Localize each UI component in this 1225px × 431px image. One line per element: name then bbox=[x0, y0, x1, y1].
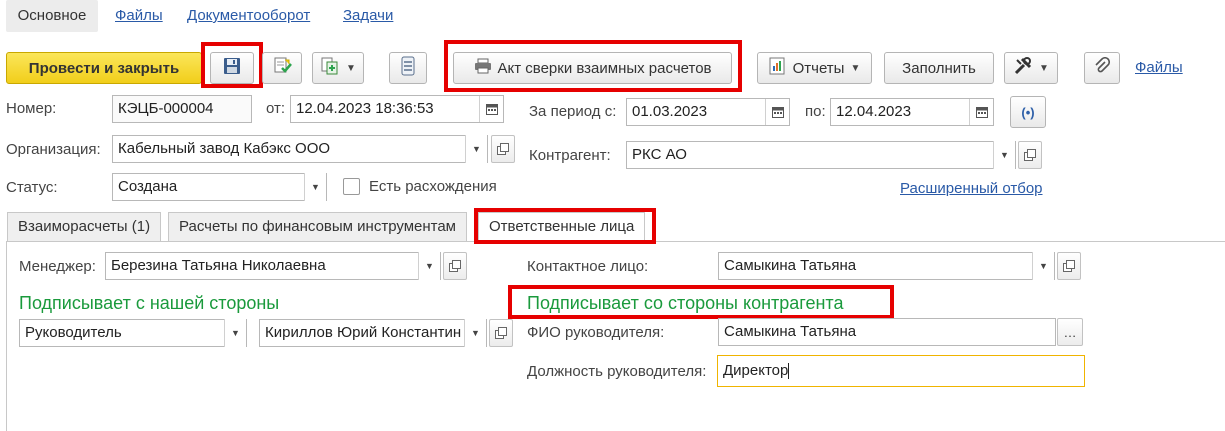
status-value: Создана bbox=[118, 178, 178, 195]
period-from-label: За период с: bbox=[529, 103, 617, 120]
manager-value: Березина Татьяна Николаевна bbox=[111, 257, 326, 274]
organization-value: Кабельный завод Кабэкс ООО bbox=[118, 140, 331, 157]
contact-field[interactable]: Самыкина Татьяна bbox=[718, 252, 1055, 280]
role-field[interactable]: Руководитель bbox=[19, 319, 247, 347]
floppy-disk-icon bbox=[223, 57, 241, 79]
reports-button[interactable]: Отчеты ▼ bbox=[757, 52, 872, 84]
period-to-value: 12.04.2023 bbox=[836, 103, 912, 120]
signer-value: Кириллов Юрий Константин bbox=[265, 324, 462, 341]
discrepancy-label: Есть расхождения bbox=[369, 178, 497, 195]
period-to-label: по: bbox=[805, 103, 826, 120]
paperclip-icon bbox=[1094, 56, 1111, 79]
head-position-value: Директор bbox=[723, 362, 789, 379]
open-counterparty-icon[interactable] bbox=[1018, 141, 1042, 169]
fill-button[interactable]: Заполнить bbox=[884, 52, 994, 84]
head-name-field[interactable]: Самыкина Татьяна bbox=[718, 318, 1056, 346]
discrepancy-checkbox[interactable] bbox=[343, 178, 360, 195]
printer-icon bbox=[474, 58, 492, 78]
date-field[interactable]: 12.04.2023 18:36:53 bbox=[290, 95, 504, 123]
chevron-down-icon[interactable]: ▼ bbox=[304, 173, 326, 201]
counterparty-side-title: Подписывает со стороны контрагента bbox=[527, 293, 844, 313]
attach-button[interactable] bbox=[1084, 52, 1120, 84]
journal-button[interactable] bbox=[389, 52, 427, 84]
our-side-title: Подписывает с нашей стороны bbox=[19, 293, 280, 313]
post-document-icon bbox=[272, 56, 292, 80]
list-icon bbox=[401, 56, 415, 80]
more-actions-button[interactable]: ▼ bbox=[1004, 52, 1058, 84]
print-act-button[interactable]: Акт сверки взаимных расчетов bbox=[453, 52, 732, 84]
counterparty-field[interactable]: РКС АО bbox=[626, 141, 1016, 169]
counterparty-label: Контрагент: bbox=[529, 147, 611, 164]
chevron-down-icon: ▼ bbox=[1039, 62, 1049, 74]
head-position-field[interactable]: Директор bbox=[717, 355, 1085, 387]
organization-label: Организация: bbox=[6, 141, 101, 158]
open-manager-icon[interactable] bbox=[443, 252, 467, 280]
period-icon: (•) bbox=[1021, 104, 1035, 120]
create-based-icon bbox=[320, 56, 340, 80]
tab-docflow[interactable]: Документооборот bbox=[187, 0, 310, 32]
save-button[interactable] bbox=[210, 52, 254, 84]
reports-label: Отчеты bbox=[792, 59, 845, 77]
chevron-down-icon[interactable]: ▼ bbox=[418, 252, 440, 280]
status-label: Статус: bbox=[6, 179, 58, 196]
post-and-close-button[interactable]: Провести и закрыть bbox=[6, 52, 202, 84]
chevron-down-icon[interactable]: ▼ bbox=[1032, 252, 1054, 280]
print-act-label: Акт сверки взаимных расчетов bbox=[497, 59, 712, 77]
create-based-on-button[interactable]: ▼ bbox=[312, 52, 364, 84]
head-position-label: Должность руководителя: bbox=[527, 363, 707, 380]
manager-label: Менеджер: bbox=[19, 258, 96, 275]
tab-tasks[interactable]: Задачи bbox=[343, 0, 393, 32]
date-value: 12.04.2023 18:36:53 bbox=[296, 100, 434, 117]
open-signer-icon[interactable] bbox=[489, 319, 513, 347]
head-name-value: Самыкина Татьяна bbox=[724, 323, 857, 340]
role-value: Руководитель bbox=[25, 324, 122, 341]
chevron-down-icon[interactable]: ▼ bbox=[464, 319, 486, 347]
text-cursor bbox=[788, 363, 790, 380]
tab-responsible-persons[interactable]: Ответственные лица bbox=[478, 212, 646, 242]
tab-main[interactable]: Основное bbox=[6, 0, 98, 32]
number-field[interactable]: КЭЦБ-000004 bbox=[112, 95, 252, 123]
tab-financial-instruments[interactable]: Расчеты по финансовым инструментам bbox=[168, 212, 467, 242]
chevron-down-icon: ▼ bbox=[850, 62, 861, 74]
tab-panel-left-border bbox=[6, 242, 7, 431]
chevron-down-icon[interactable]: ▼ bbox=[993, 141, 1015, 169]
tab-files[interactable]: Файлы bbox=[115, 0, 163, 32]
fill-label: Заполнить bbox=[902, 59, 976, 77]
chevron-down-icon: ▼ bbox=[346, 62, 356, 74]
chevron-down-icon[interactable]: ▼ bbox=[465, 135, 487, 163]
tab-mutual-settlements[interactable]: Взаиморасчеты (1) bbox=[7, 212, 162, 242]
status-field[interactable]: Создана bbox=[112, 173, 327, 201]
open-contact-icon[interactable] bbox=[1057, 252, 1081, 280]
calendar-icon[interactable] bbox=[765, 99, 789, 125]
date-from-label: от: bbox=[266, 100, 286, 117]
report-icon bbox=[769, 57, 787, 79]
chevron-down-icon[interactable]: ▼ bbox=[224, 319, 246, 347]
manager-field[interactable]: Березина Татьяна Николаевна bbox=[105, 252, 441, 280]
select-head-name-button[interactable]: … bbox=[1057, 318, 1083, 346]
period-from-value: 01.03.2023 bbox=[632, 103, 708, 120]
contact-label: Контактное лицо: bbox=[527, 258, 649, 275]
advanced-filter-link[interactable]: Расширенный отбор bbox=[900, 180, 1043, 197]
post-button[interactable] bbox=[262, 52, 302, 84]
number-label: Номер: bbox=[6, 100, 57, 117]
period-select-button[interactable]: (•) bbox=[1010, 96, 1046, 128]
calendar-icon[interactable] bbox=[969, 99, 993, 125]
counterparty-value: РКС АО bbox=[632, 146, 687, 163]
organization-field[interactable]: Кабельный завод Кабэкс ООО bbox=[112, 135, 488, 163]
files-link[interactable]: Файлы bbox=[1135, 59, 1183, 76]
tools-icon bbox=[1013, 56, 1033, 80]
post-and-close-label: Провести и закрыть bbox=[28, 59, 180, 77]
signer-field[interactable]: Кириллов Юрий Константин bbox=[259, 319, 487, 347]
contact-value: Самыкина Татьяна bbox=[724, 257, 857, 274]
calendar-icon[interactable] bbox=[479, 96, 503, 122]
head-name-label: ФИО руководителя: bbox=[527, 324, 665, 341]
open-organization-icon[interactable] bbox=[491, 135, 515, 163]
